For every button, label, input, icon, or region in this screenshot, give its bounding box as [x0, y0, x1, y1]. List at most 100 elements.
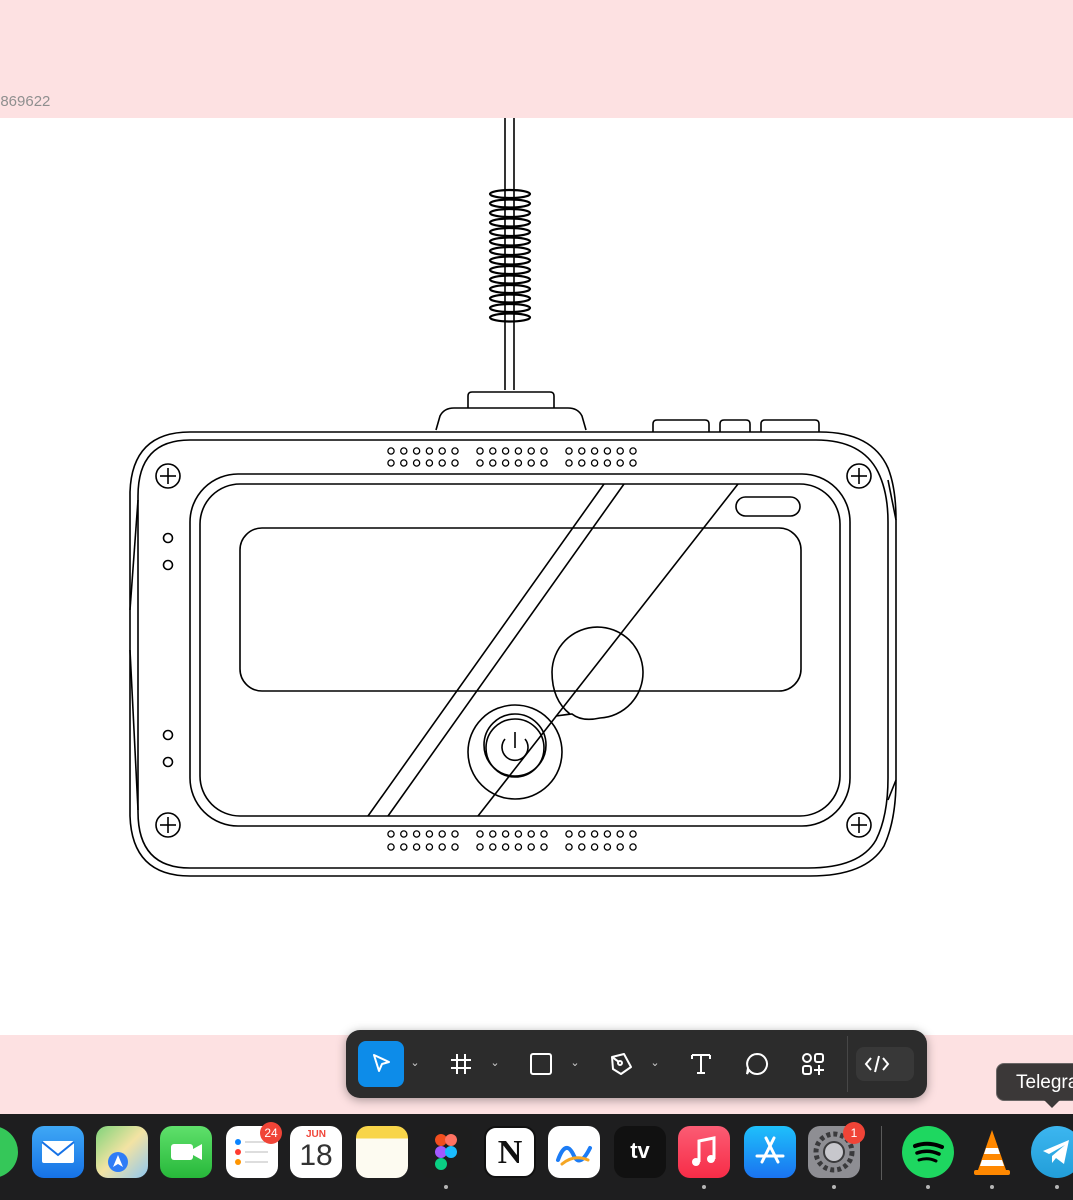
music-icon[interactable] [678, 1126, 730, 1178]
grill-hole [616, 843, 624, 851]
screws [155, 463, 872, 838]
maps-icon[interactable] [96, 1126, 148, 1178]
grill-hole [590, 447, 599, 455]
grill-hole [527, 830, 535, 838]
grill-hole [476, 830, 484, 838]
notes-icon[interactable] [356, 1126, 408, 1178]
grill-hole [400, 459, 408, 467]
grill-hole [629, 843, 637, 851]
calendar-icon[interactable]: JUN 18 [290, 1126, 342, 1178]
apple-tv-icon[interactable]: tv [614, 1126, 666, 1178]
side-indicators [162, 532, 174, 768]
text-tool-button[interactable] [678, 1041, 724, 1087]
frame-label[interactable]: 3869622 [0, 93, 50, 110]
grill-hole [565, 459, 573, 467]
toolbar-divider [847, 1036, 848, 1092]
shape-tool-button[interactable] [518, 1041, 564, 1087]
components-grid-icon [802, 1053, 824, 1075]
antenna [435, 118, 587, 431]
artboard[interactable] [0, 118, 1073, 1035]
grill-hole [501, 830, 510, 838]
grill-hole [400, 843, 408, 851]
grill-hole [629, 447, 637, 455]
messages-icon[interactable] [0, 1126, 18, 1178]
coil-loop [488, 264, 532, 276]
app-store-icon[interactable] [744, 1126, 796, 1178]
grill-hole [425, 459, 434, 467]
grill-hole [451, 459, 459, 467]
grill-hole [438, 830, 446, 838]
mail-icon[interactable] [32, 1126, 84, 1178]
grill-hole [540, 830, 548, 838]
settings-running-indicator [832, 1185, 836, 1189]
pen-tool-button[interactable] [598, 1041, 644, 1087]
grill-hole [412, 843, 421, 851]
coil-loop [488, 274, 532, 285]
grill-hole [451, 843, 459, 851]
canvas-background [0, 0, 1073, 118]
grill-hole [540, 459, 548, 467]
grill-hole [501, 447, 510, 455]
grill-hole [590, 830, 599, 838]
tooltip-bubble-shape [551, 626, 644, 721]
grill-hole [603, 459, 612, 467]
pen-tool-icon [611, 1053, 632, 1075]
cursor-arrow-icon [373, 1054, 390, 1072]
radio-device-illustration[interactable] [0, 118, 1073, 1035]
comment-tool-button[interactable] [734, 1041, 780, 1087]
move-tool-chevron-down-icon[interactable]: ⌄ [410, 1056, 420, 1070]
notion-icon[interactable]: N [484, 1126, 536, 1178]
grill-hole [578, 843, 586, 851]
frame-tool-button[interactable] [438, 1041, 484, 1087]
shape-tool-chevron-down-icon[interactable]: ⌄ [570, 1056, 580, 1070]
dev-mode-toggle[interactable] [856, 1047, 914, 1081]
grill-hole [565, 843, 573, 851]
move-tool-button[interactable] [358, 1041, 404, 1087]
grill-hole [387, 447, 395, 455]
figma-icon[interactable] [420, 1126, 472, 1178]
grill-hole [501, 459, 510, 467]
coil-loop [488, 293, 532, 304]
grill-hole [565, 447, 573, 455]
coil-loop [488, 217, 532, 228]
grill-hole [451, 447, 459, 455]
grill-hole [412, 459, 421, 467]
grill-hole [425, 447, 434, 455]
coil-loop [488, 312, 532, 323]
grill-hole [514, 447, 523, 455]
grill-hole [514, 830, 523, 838]
coil-loop [488, 188, 532, 200]
actions-tool-button[interactable] [790, 1041, 836, 1087]
grill-hole [425, 843, 434, 851]
pen-tool-chevron-down-icon[interactable]: ⌄ [650, 1056, 660, 1070]
grill-hole [476, 843, 484, 851]
grill-hole [514, 459, 523, 467]
coil-loop [488, 283, 532, 295]
antenna-coil [488, 188, 532, 323]
vlc-cone-icon[interactable] [966, 1126, 1018, 1178]
grill-hole [412, 830, 421, 838]
calendar-day: 18 [299, 1139, 333, 1172]
grill-hole [387, 830, 395, 838]
grill-hole [489, 843, 497, 851]
grill-hole [387, 459, 395, 467]
grill-hole [603, 843, 612, 851]
grill-hole [425, 830, 434, 838]
grill-hole [540, 447, 548, 455]
coil-loop [488, 255, 532, 266]
spotify-icon[interactable] [902, 1126, 954, 1178]
grill-hole [438, 459, 446, 467]
grill-hole [565, 830, 573, 838]
telegram-icon[interactable] [1031, 1126, 1073, 1178]
facetime-icon[interactable] [160, 1126, 212, 1178]
telegram-running-indicator [1055, 1185, 1059, 1189]
vlc-running-indicator [990, 1185, 994, 1189]
grill-hole [438, 447, 446, 455]
grill-hole [616, 459, 624, 467]
grill-hole [438, 843, 446, 851]
frame-tool-chevron-down-icon[interactable]: ⌄ [490, 1056, 500, 1070]
grill-hole [400, 447, 408, 455]
speaker-grills [387, 447, 637, 851]
freeform-icon[interactable] [548, 1126, 600, 1178]
code-brackets-icon [864, 1055, 890, 1073]
